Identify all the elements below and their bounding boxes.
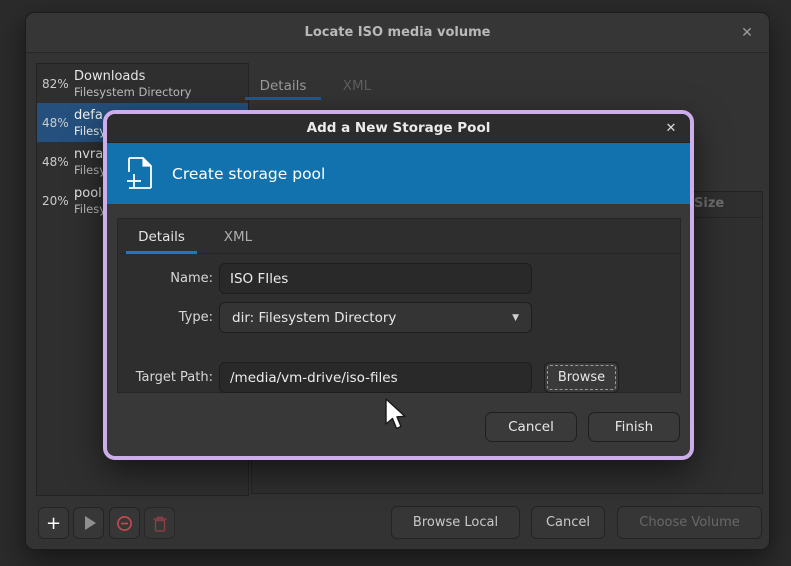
stop-pool-button[interactable] — [109, 507, 140, 539]
pool-type: Filesy — [74, 163, 106, 177]
target-path-label: Target Path: — [118, 362, 213, 393]
dialog-titlebar[interactable]: Add a New Storage Pool — [107, 114, 690, 143]
choose-volume-button: Choose Volume — [617, 506, 762, 539]
browse-label: Browse — [558, 370, 605, 385]
dialog-title: Add a New Storage Pool — [307, 120, 491, 136]
active-tab-underline — [245, 97, 321, 100]
browse-local-button[interactable]: Browse Local — [391, 506, 520, 539]
pool-type: Filesystem Directory — [74, 85, 191, 99]
delete-pool-button[interactable] — [144, 507, 175, 539]
circle-minus-icon — [116, 515, 133, 532]
dialog-tab-xml[interactable]: XML — [214, 226, 262, 248]
name-label: Name: — [118, 263, 213, 294]
pool-type: Filesy — [74, 202, 106, 216]
target-path-input[interactable] — [219, 362, 532, 393]
pool-usage-percent: 48% — [37, 116, 74, 130]
dialog-cancel-label: Cancel — [508, 419, 554, 435]
type-dropdown[interactable]: dir: Filesystem Directory ▼ — [219, 302, 532, 333]
banner-text: Create storage pool — [172, 165, 325, 183]
plus-icon: + — [46, 513, 61, 534]
dialog-finish-label: Finish — [615, 419, 653, 435]
choose-volume-label: Choose Volume — [639, 515, 739, 530]
dialog-tabbar: Details XML — [118, 219, 680, 254]
pool-name: pool — [74, 186, 106, 202]
tab-details[interactable]: Details — [245, 75, 321, 97]
pool-usage-percent: 48% — [37, 155, 74, 169]
pool-name: nvra — [74, 147, 106, 163]
trash-icon — [152, 515, 168, 532]
new-document-icon — [125, 156, 155, 192]
window-title: Locate ISO media volume — [305, 25, 491, 40]
dialog-notebook: Details XML Name: Type: dir: Filesystem … — [117, 218, 681, 393]
pool-name: Downloads — [74, 69, 191, 85]
window-cancel-button[interactable]: Cancel — [531, 506, 605, 539]
browse-local-label: Browse Local — [413, 515, 498, 530]
name-input[interactable] — [219, 263, 532, 294]
dialog-cancel-button[interactable]: Cancel — [485, 412, 577, 442]
cancel-label: Cancel — [546, 515, 590, 530]
pool-usage-percent: 82% — [37, 77, 74, 91]
pool-type: Filesy — [74, 124, 106, 138]
type-dropdown-value: dir: Filesystem Directory — [232, 310, 396, 326]
start-pool-button[interactable] — [73, 507, 104, 539]
dialog-active-tab-underline — [126, 251, 197, 254]
type-label: Type: — [118, 302, 213, 333]
pool-row-downloads[interactable]: 82% Downloads Filesystem Directory — [37, 64, 248, 103]
dialog-finish-button[interactable]: Finish — [588, 412, 680, 442]
play-icon — [85, 516, 96, 530]
add-pool-button[interactable]: + — [38, 507, 69, 539]
tab-xml[interactable]: XML — [327, 75, 387, 97]
pool-name: defa — [74, 108, 106, 124]
browse-button[interactable]: Browse — [544, 362, 619, 393]
chevron-down-icon: ▼ — [512, 313, 519, 323]
close-icon[interactable]: ✕ — [738, 24, 756, 42]
dialog-tab-details[interactable]: Details — [126, 226, 197, 248]
pool-usage-percent: 20% — [37, 194, 74, 208]
screen: Locate ISO media volume ✕ 82% Downloads … — [0, 0, 791, 566]
size-column-header: Size — [694, 196, 724, 211]
create-pool-banner: Create storage pool — [107, 143, 690, 204]
add-storage-pool-dialog: Add a New Storage Pool ✕ Create storage … — [103, 110, 694, 460]
dialog-close-icon[interactable]: ✕ — [662, 120, 680, 138]
window-titlebar[interactable]: Locate ISO media volume — [26, 13, 769, 53]
